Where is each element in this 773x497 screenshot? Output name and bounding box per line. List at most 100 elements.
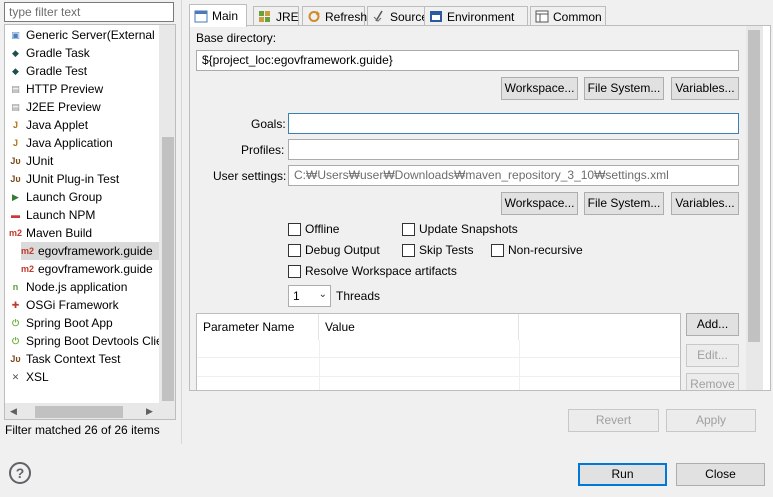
- base-workspace-button[interactable]: Workspace...: [501, 77, 578, 100]
- tree-item-label: JUnit Plug-in Test: [26, 172, 120, 186]
- threads-select[interactable]: 1 ⌄: [288, 285, 331, 307]
- column-header-value[interactable]: Value: [319, 314, 519, 340]
- base-variables-button[interactable]: Variables...: [671, 77, 739, 100]
- tree-item[interactable]: Jυ JUnit: [9, 152, 159, 170]
- tree-item[interactable]: Jυ Task Context Test: [9, 350, 159, 368]
- user-settings-field[interactable]: C:₩Users₩user₩Downloads₩maven_repository…: [288, 165, 739, 186]
- tree-child-item[interactable]: m2 egovframework.guide: [21, 242, 159, 260]
- settings-workspace-button[interactable]: Workspace...: [501, 192, 578, 215]
- base-directory-field[interactable]: ${project_loc:egovframework.guide}: [196, 50, 739, 71]
- profiles-field[interactable]: [288, 139, 739, 160]
- tab-common[interactable]: Common: [530, 6, 606, 26]
- tree-item[interactable]: J Java Application: [9, 134, 159, 152]
- offline-checkbox[interactable]: Offline: [288, 222, 339, 236]
- tab-label: Main: [212, 9, 239, 23]
- tree-item[interactable]: m2 Maven Build: [9, 224, 159, 242]
- tree-item[interactable]: ⏻ Spring Boot App: [9, 314, 159, 332]
- content-vertical-scroll-thumb[interactable]: [748, 30, 760, 342]
- tree-item[interactable]: ⏻ Spring Boot Devtools Clie: [9, 332, 159, 350]
- tree-item[interactable]: J Java Applet: [9, 116, 159, 134]
- tree-item[interactable]: ▣ Generic Server(External L: [9, 26, 159, 44]
- tab-refresh[interactable]: Refresh: [302, 6, 368, 26]
- tree-item-label: JUnit: [26, 154, 54, 168]
- base-file-system-button[interactable]: File System...: [584, 77, 664, 100]
- checkbox-box[interactable]: [288, 264, 301, 278]
- gradle-icon: ◆: [12, 65, 19, 76]
- panel-divider[interactable]: [181, 0, 182, 444]
- tree-item[interactable]: ▤ HTTP Preview: [9, 80, 159, 98]
- tab-jre[interactable]: JRE: [253, 6, 299, 26]
- tree-horizontal-scroll-thumb[interactable]: [35, 406, 123, 418]
- apply-button[interactable]: Apply: [666, 409, 756, 432]
- tab-main[interactable]: Main: [189, 4, 247, 27]
- launch-config-panel: ▣ Generic Server(External L ◆ Gradle Task ◆ G…: [0, 0, 181, 444]
- threads-value: 1: [293, 289, 300, 303]
- main-tab-content: Base directory: ${project_loc:egovframew…: [189, 25, 771, 391]
- gradle-icon: ◆: [12, 47, 19, 58]
- tree-item[interactable]: ▤ J2EE Preview: [9, 98, 159, 116]
- base-directory-label: Base directory:: [196, 31, 277, 45]
- tree-item-label: Generic Server(External L: [26, 28, 159, 42]
- scroll-right-icon[interactable]: ▶: [141, 403, 158, 419]
- tree-item[interactable]: ✕ XSL: [9, 368, 159, 386]
- tree-item[interactable]: ◆ Gradle Test: [9, 62, 159, 80]
- refresh-icon: [307, 10, 321, 23]
- help-icon[interactable]: ?: [9, 462, 31, 484]
- non-recursive-checkbox[interactable]: Non-recursive: [491, 243, 583, 257]
- file-icon: ▤: [11, 83, 20, 94]
- run-button[interactable]: Run: [578, 463, 667, 486]
- tree-vertical-scroll-thumb[interactable]: [162, 137, 174, 401]
- tree-item[interactable]: n Node.js application: [9, 278, 159, 296]
- tab-label: Source: [390, 9, 429, 24]
- maven-icon: m2: [21, 245, 35, 256]
- checkbox-box[interactable]: [402, 222, 415, 236]
- tree-item-label: Maven Build: [26, 226, 93, 240]
- column-divider: [319, 340, 320, 390]
- update-snapshots-checkbox[interactable]: Update Snapshots: [402, 222, 518, 236]
- file-icon: ▤: [11, 101, 20, 112]
- tree-item-label: Java Applet: [26, 118, 89, 132]
- skip-tests-checkbox[interactable]: Skip Tests: [402, 243, 473, 257]
- threads-label: Threads: [336, 289, 381, 303]
- environment-icon: [429, 10, 443, 23]
- tree-item[interactable]: Jυ JUnit Plug-in Test: [9, 170, 159, 188]
- settings-file-system-button[interactable]: File System...: [584, 192, 664, 215]
- remove-parameter-button[interactable]: Remove: [686, 373, 739, 390]
- tab-label: Refresh: [325, 9, 368, 24]
- user-settings-label: User settings:: [213, 169, 287, 183]
- tree-item[interactable]: ✚ OSGi Framework: [9, 296, 159, 314]
- resolve-workspace-checkbox[interactable]: Resolve Workspace artifacts: [288, 264, 457, 278]
- common-icon: [535, 10, 549, 23]
- goals-field[interactable]: [288, 113, 739, 134]
- tab-source[interactable]: Source: [367, 6, 430, 26]
- checkbox-box[interactable]: [491, 243, 504, 257]
- settings-variables-button[interactable]: Variables...: [671, 192, 739, 215]
- close-button[interactable]: Close: [676, 463, 765, 486]
- column-divider: [519, 340, 520, 390]
- tab-environment[interactable]: Environment: [424, 6, 528, 26]
- checkbox-box[interactable]: [288, 243, 301, 257]
- checkbox-box[interactable]: [288, 222, 301, 236]
- debug-output-checkbox[interactable]: Debug Output: [288, 243, 380, 257]
- profiles-label: Profiles:: [241, 143, 285, 157]
- tree-item-label: Launch NPM: [26, 208, 96, 222]
- tree-item[interactable]: ◆ Gradle Task: [9, 44, 159, 62]
- tree-item[interactable]: ▶ Launch Group: [9, 188, 159, 206]
- main-form: Base directory: ${project_loc:egovframew…: [190, 26, 755, 390]
- edit-parameter-button[interactable]: Edit...: [686, 344, 739, 367]
- spring-devtools-icon: ⏻: [11, 335, 20, 346]
- tree-child-item[interactable]: m2 egovframework.guide: [21, 260, 159, 278]
- tree-item-label: Gradle Task: [26, 46, 90, 60]
- tree-item[interactable]: ▬ Launch NPM: [9, 206, 159, 224]
- tab-label: JRE: [276, 9, 299, 24]
- checkbox-box[interactable]: [402, 243, 415, 257]
- parameter-table[interactable]: Parameter Name Value: [196, 313, 681, 390]
- scroll-left-icon[interactable]: ◀: [5, 403, 22, 419]
- launch-group-icon: ▶: [12, 191, 19, 202]
- add-parameter-button[interactable]: Add...: [686, 313, 739, 336]
- column-header-parameter-name[interactable]: Parameter Name: [197, 314, 319, 340]
- revert-button[interactable]: Revert: [568, 409, 659, 432]
- tree-item-label: egovframework.guide: [38, 262, 153, 276]
- server-icon: ▣: [11, 29, 20, 40]
- filter-input[interactable]: [4, 2, 174, 22]
